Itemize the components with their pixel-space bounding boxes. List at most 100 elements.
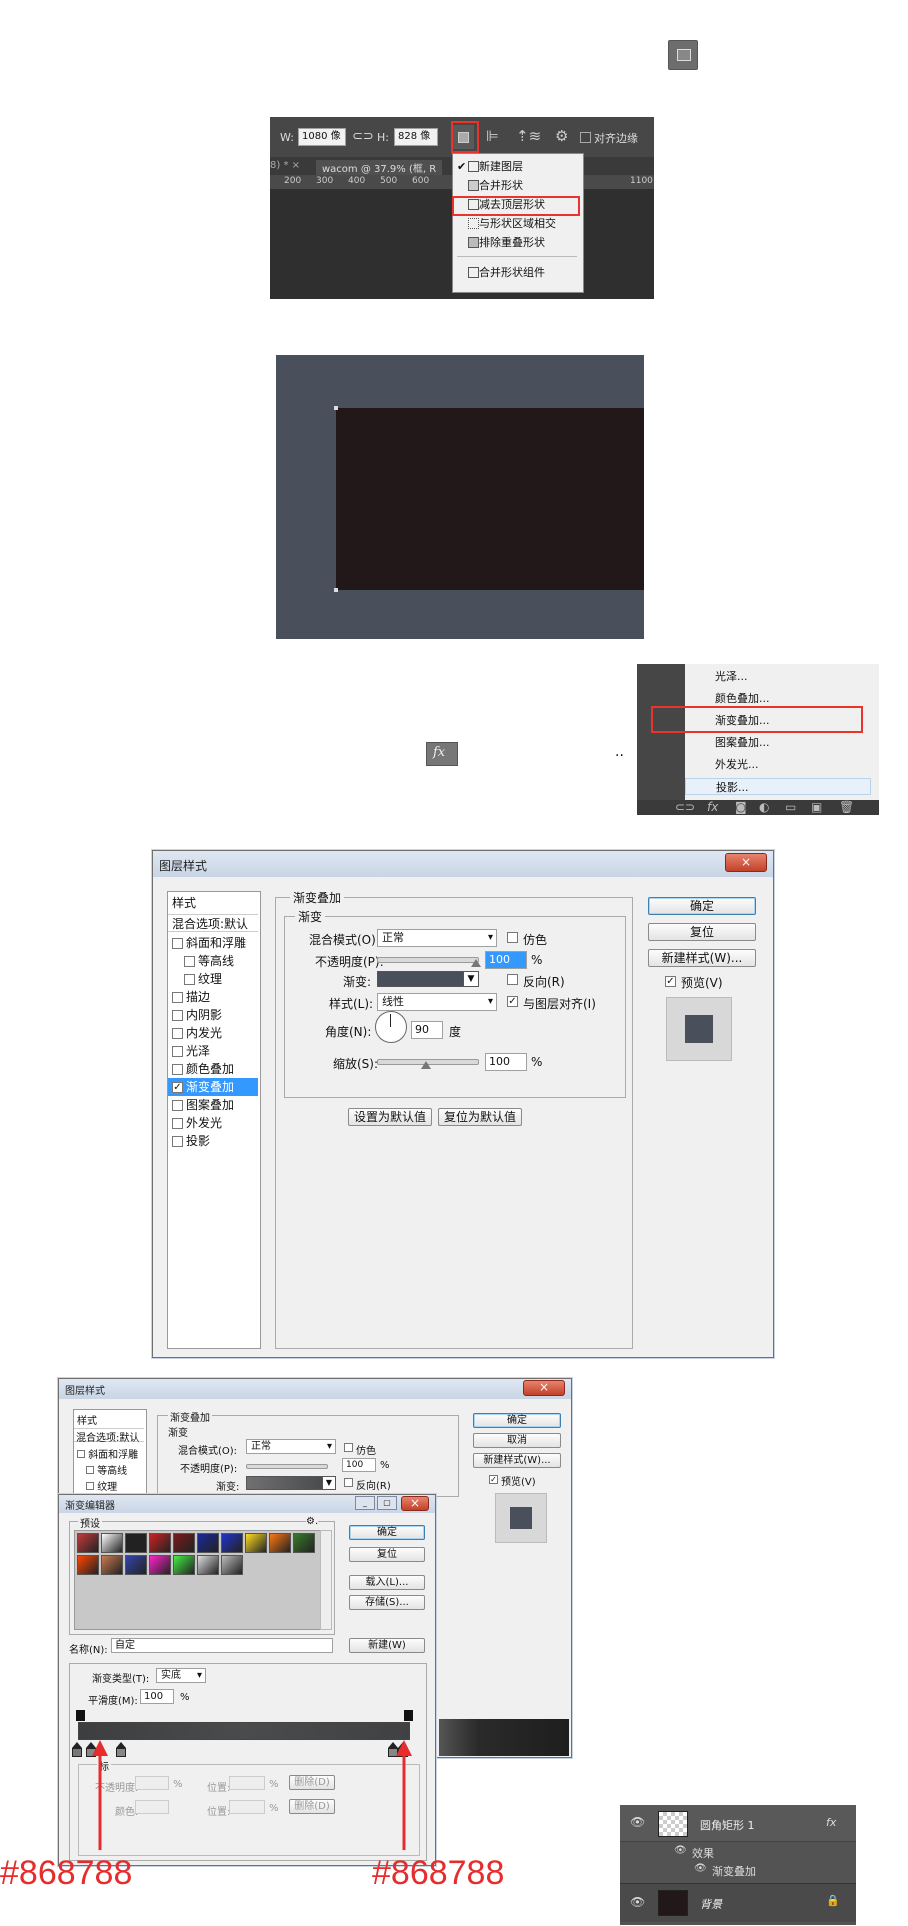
align-layer-checkbox[interactable]: ✓ bbox=[507, 996, 518, 1007]
trash-icon[interactable]: 🗑 bbox=[839, 800, 854, 814]
style-item[interactable]: 斜面和浮雕 bbox=[168, 934, 258, 952]
ok-button[interactable]: 确定 bbox=[349, 1525, 425, 1540]
checkbox[interactable] bbox=[86, 1466, 94, 1474]
gear-icon[interactable]: ⚙. bbox=[306, 1516, 319, 1527]
width-input[interactable]: 1080 像 bbox=[298, 128, 346, 146]
preview-checkbox[interactable]: ✓ bbox=[665, 976, 676, 987]
eye-icon[interactable]: 👁 bbox=[694, 1863, 707, 1874]
checkbox[interactable] bbox=[172, 1046, 183, 1057]
menu-item-intersect-shapes[interactable]: 与形状区域相交 bbox=[453, 215, 583, 232]
opacity-input[interactable]: 100 bbox=[342, 1458, 376, 1472]
angle-input[interactable]: 90 bbox=[411, 1021, 443, 1039]
opacity-slider-knob[interactable] bbox=[471, 959, 481, 967]
gradient-bar[interactable] bbox=[78, 1722, 410, 1740]
preset-swatch[interactable] bbox=[197, 1555, 219, 1575]
opacity-stop-right[interactable] bbox=[404, 1710, 413, 1721]
style-item[interactable]: ✓ 渐变叠加 bbox=[168, 1078, 258, 1096]
new-style-button[interactable]: 新建样式(W)... bbox=[473, 1453, 561, 1468]
save-button[interactable]: 存储(S)... bbox=[349, 1595, 425, 1610]
align-icon[interactable]: ⊫ bbox=[486, 127, 499, 145]
preset-swatch[interactable] bbox=[173, 1555, 195, 1575]
reset-button[interactable]: 复位 bbox=[648, 923, 756, 941]
style-item[interactable]: 颜色叠加 bbox=[168, 1060, 258, 1078]
new-gradient-button[interactable]: 新建(W) bbox=[349, 1638, 425, 1653]
blending-options-default[interactable]: 混合选项:默认 bbox=[168, 914, 258, 932]
menu-item-new-layer[interactable]: ✔ 新建图层 bbox=[453, 158, 583, 175]
menu-item-satin[interactable]: 光泽... bbox=[685, 668, 875, 685]
gradient-dropdown-button[interactable]: ▼ bbox=[322, 1476, 336, 1490]
blend-mode-select[interactable]: 正常 bbox=[377, 929, 497, 947]
checkbox[interactable] bbox=[172, 992, 183, 1003]
smoothness-input[interactable]: 100 bbox=[140, 1689, 174, 1704]
menu-item-color-overlay[interactable]: 颜色叠加... bbox=[685, 690, 875, 707]
style-item[interactable]: 外发光 bbox=[168, 1114, 258, 1132]
gradient-preview-button[interactable] bbox=[246, 1476, 324, 1490]
gradient-type-select[interactable]: 实底 bbox=[156, 1668, 206, 1683]
style-item[interactable]: 图案叠加 bbox=[168, 1096, 258, 1114]
layer-row-background[interactable]: 👁 背景 🔒 bbox=[620, 1883, 856, 1922]
ok-button[interactable]: 确定 bbox=[473, 1413, 561, 1428]
reverse-checkbox[interactable] bbox=[344, 1478, 353, 1487]
dither-checkbox[interactable] bbox=[507, 932, 518, 943]
preset-swatch[interactable] bbox=[293, 1533, 315, 1553]
folder-icon[interactable]: ▭ bbox=[785, 800, 796, 814]
preset-swatch[interactable] bbox=[221, 1533, 243, 1553]
preset-scrollbar[interactable] bbox=[320, 1530, 332, 1630]
mask-icon[interactable]: ◙ bbox=[735, 800, 747, 814]
small-shape-button[interactable] bbox=[668, 40, 698, 70]
arrange-icon[interactable]: ⇡≋ bbox=[516, 127, 541, 145]
checkbox[interactable] bbox=[172, 1118, 183, 1129]
restore-button[interactable]: ▢ bbox=[377, 1496, 397, 1510]
preset-swatch[interactable] bbox=[77, 1533, 99, 1553]
set-default-button[interactable]: 设置为默认值 bbox=[348, 1108, 432, 1126]
preset-swatch[interactable] bbox=[221, 1555, 243, 1575]
checkbox[interactable] bbox=[86, 1482, 94, 1490]
fx-icon[interactable]: fx bbox=[707, 800, 718, 814]
menu-item-combine-shapes[interactable]: 合并形状 bbox=[453, 177, 583, 194]
minimize-button[interactable]: _ bbox=[355, 1496, 375, 1510]
checkbox[interactable] bbox=[172, 1136, 183, 1147]
close-button[interactable]: × bbox=[725, 853, 767, 872]
preset-swatch[interactable] bbox=[149, 1533, 171, 1553]
blending-options-default[interactable]: 混合选项:默认 bbox=[74, 1428, 144, 1444]
checkbox[interactable] bbox=[172, 1064, 183, 1075]
preset-swatch[interactable] bbox=[125, 1555, 147, 1575]
opacity-slider[interactable] bbox=[377, 957, 479, 963]
style-item-texture[interactable]: 纹理 bbox=[86, 1478, 117, 1493]
eye-icon[interactable]: 👁 bbox=[630, 1895, 645, 1909]
menu-item-drop-shadow[interactable]: 投影... bbox=[685, 778, 871, 795]
new-layer-icon[interactable]: ▣ bbox=[811, 800, 822, 814]
load-button[interactable]: 载入(L)... bbox=[349, 1575, 425, 1590]
preset-swatch[interactable] bbox=[101, 1555, 123, 1575]
eye-icon[interactable]: 👁 bbox=[674, 1845, 687, 1856]
menu-item-merge-shape-components[interactable]: 合并形状组件 bbox=[453, 264, 583, 281]
checkbox[interactable]: ✓ bbox=[172, 1082, 183, 1093]
style-item[interactable]: 纹理 bbox=[168, 970, 258, 988]
menu-item-outer-glow[interactable]: 外发光... bbox=[685, 756, 875, 773]
ok-button[interactable]: 确定 bbox=[648, 897, 756, 915]
preset-swatch[interactable] bbox=[173, 1533, 195, 1553]
angle-dial[interactable] bbox=[375, 1011, 407, 1043]
preset-swatch[interactable] bbox=[245, 1533, 267, 1553]
reset-button[interactable]: 复位 bbox=[349, 1547, 425, 1562]
close-button[interactable]: × bbox=[523, 1380, 565, 1396]
fx-button[interactable]: fx bbox=[426, 742, 458, 766]
menu-item-pattern-overlay[interactable]: 图案叠加... bbox=[685, 734, 875, 751]
name-input[interactable]: 自定 bbox=[111, 1638, 333, 1653]
dither-checkbox[interactable] bbox=[344, 1443, 353, 1452]
cancel-button[interactable]: 取消 bbox=[473, 1433, 561, 1448]
new-style-button[interactable]: 新建样式(W)... bbox=[648, 949, 756, 967]
preset-swatch[interactable] bbox=[101, 1533, 123, 1553]
blend-mode-select[interactable]: 正常 bbox=[246, 1439, 336, 1454]
checkbox[interactable] bbox=[77, 1450, 85, 1458]
height-input[interactable]: 828 像 bbox=[394, 128, 438, 146]
checkbox[interactable] bbox=[172, 1028, 183, 1039]
checkbox[interactable] bbox=[172, 1010, 183, 1021]
style-item[interactable]: 内发光 bbox=[168, 1024, 258, 1042]
tab-wacom[interactable]: wacom @ 37.9% (框, R bbox=[316, 160, 443, 175]
close-button[interactable]: × bbox=[401, 1496, 429, 1511]
eye-icon[interactable]: 👁 bbox=[630, 1815, 645, 1829]
checkbox[interactable] bbox=[184, 956, 195, 967]
gradient-dropdown-button[interactable]: ▼ bbox=[463, 971, 479, 987]
scale-slider-knob[interactable] bbox=[421, 1061, 431, 1069]
